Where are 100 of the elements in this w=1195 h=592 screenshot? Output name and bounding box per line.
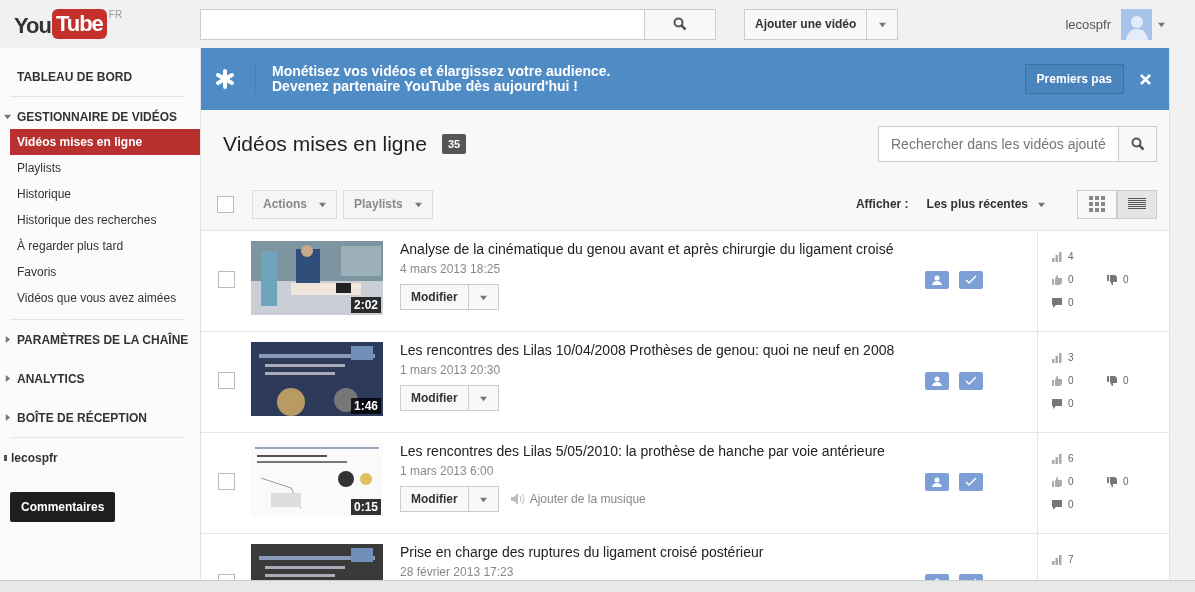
caret-icon (479, 293, 487, 301)
collapsed-arrow-icon[interactable] (4, 414, 11, 421)
sort-dropdown[interactable]: Les plus récentes (920, 196, 1051, 212)
expanded-arrow-icon[interactable] (4, 113, 11, 120)
sidebar-item[interactable]: Vidéos que vous avez aimées (10, 285, 200, 311)
view-count: 4 (1068, 251, 1074, 262)
edit-menu-button[interactable] (468, 284, 499, 310)
search-field[interactable] (200, 8, 645, 40)
like-count: 0 (1068, 375, 1074, 386)
video-checkbox[interactable] (218, 372, 235, 389)
comment-icon (1052, 297, 1062, 308)
comment-count: 0 (1068, 499, 1074, 510)
edit-button[interactable]: Modifier (400, 284, 469, 310)
check-button[interactable] (959, 473, 983, 491)
view-count: 3 (1068, 352, 1074, 363)
feedback-button[interactable]: Commentaires (10, 492, 116, 522)
check-button[interactable] (959, 372, 983, 390)
video-duration: 2:02 (350, 297, 381, 313)
sidebar-section[interactable]: BOÎTE DE RÉCEPTION (17, 410, 147, 425)
thumbs-down-icon (1107, 476, 1117, 487)
banner-text: Monétisez vos vidéos et élargissez votre audience. Devenez partenaire YouTube dès aujourd'hui ! (255, 64, 611, 94)
sidebar-item[interactable]: Favoris (10, 259, 200, 285)
video-title[interactable]: Analyse de la cinématique du genou avant et après chirurgie du ligament croisé (400, 241, 908, 257)
sidebar-item[interactable]: Historique (10, 181, 200, 207)
comment-icon (1052, 398, 1062, 409)
bar-chart-icon (1052, 453, 1062, 464)
comment-icon (1052, 499, 1062, 510)
video-title[interactable]: Les rencontres des Lilas 10/04/2008 Prothèses de genou: quoi ne neuf en 2008 (400, 342, 908, 358)
collapsed-arrow-icon[interactable] (4, 375, 11, 382)
search-icon (1130, 137, 1145, 151)
people-icon (930, 376, 944, 386)
get-started-button[interactable]: Premiers pas (1024, 64, 1124, 94)
sidebar-section[interactable]: GESTIONNAIRE DE VIDÉOS (17, 109, 178, 124)
video-title[interactable]: Prise en charge des ruptures du ligament croisé postérieur (400, 544, 908, 560)
sidebar-item[interactable]: Vidéos mises en ligne (10, 129, 200, 155)
check-button[interactable] (959, 271, 983, 289)
people-icon (930, 275, 944, 285)
avatar-icon[interactable] (1121, 8, 1152, 40)
comment-count: 0 (1068, 398, 1074, 409)
people-icon (930, 477, 944, 487)
collapsed-arrow-icon[interactable] (4, 336, 11, 343)
comment-count: 0 (1068, 297, 1074, 308)
bar-chart-icon (1052, 352, 1062, 363)
upload-menu-button[interactable] (867, 8, 899, 40)
bar-chart-icon (1052, 554, 1062, 565)
asterisk-icon (215, 69, 235, 89)
list-view-button[interactable] (1117, 189, 1157, 219)
video-duration: 0:15 (350, 499, 381, 515)
view-count: 6 (1068, 453, 1074, 464)
check-icon (965, 376, 977, 386)
sidebar-section[interactable]: PARAMÈTRES DE LA CHAÎNE (17, 332, 189, 347)
thumbs-up-icon (1052, 375, 1062, 386)
account-name: lecospfr (11, 451, 58, 465)
video-checkbox[interactable] (218, 271, 235, 288)
people-button[interactable] (925, 271, 949, 289)
caret-icon (1038, 200, 1045, 208)
people-button[interactable] (925, 473, 949, 491)
sidebar-item[interactable]: Historique des recherches (10, 207, 200, 233)
thumbs-up-icon (1052, 476, 1062, 487)
video-search-button[interactable] (1119, 126, 1157, 162)
edit-menu-button[interactable] (468, 486, 499, 512)
video-title[interactable]: Les rencontres des Lilas 5/05/2010: la prothèse de hanche par voie antérieure (400, 443, 908, 459)
sidebar-section[interactable]: TABLEAU DE BORD (17, 69, 133, 84)
sidebar-item[interactable]: À regarder plus tard (10, 233, 200, 259)
caret-icon (479, 394, 487, 402)
search-button[interactable] (645, 8, 716, 40)
dislike-count: 0 (1123, 375, 1129, 386)
caret-icon (878, 20, 886, 28)
upload-button[interactable]: Ajouter une vidéo (744, 8, 868, 40)
username[interactable]: lecospfr (1065, 16, 1111, 32)
upload-date: 4 mars 2013 18:25 (400, 262, 502, 276)
account-caret-icon (1158, 20, 1165, 28)
bar-chart-icon (1052, 251, 1062, 262)
video-count: 35 (441, 134, 467, 154)
people-button[interactable] (925, 372, 949, 390)
youtube-logo[interactable]: You Tube FR (0, 9, 200, 39)
upload-date: 28 février 2013 17:23 (400, 565, 515, 579)
thumbs-up-icon (1052, 274, 1062, 285)
upload-date: 1 mars 2013 20:30 (400, 363, 502, 377)
check-icon (965, 477, 977, 487)
show-label: Afficher : (855, 197, 909, 211)
grid-icon (1089, 196, 1105, 212)
like-count: 0 (1068, 476, 1074, 487)
add-music-link[interactable]: Ajouter de la musique (529, 492, 646, 506)
video-checkbox[interactable] (218, 473, 235, 490)
caret-icon (319, 200, 326, 208)
thumbs-down-icon (1107, 274, 1117, 285)
like-count: 0 (1068, 274, 1074, 285)
thumbs-down-icon (1107, 375, 1117, 386)
grid-view-button[interactable] (1077, 189, 1117, 219)
edit-menu-button[interactable] (468, 385, 499, 411)
video-duration: 1:46 (350, 398, 381, 414)
video-search-field[interactable]: Rechercher dans les vidéos ajouté (878, 126, 1119, 162)
select-all-checkbox[interactable] (217, 195, 234, 213)
close-icon[interactable] (1140, 73, 1151, 85)
edit-button[interactable]: Modifier (400, 385, 469, 411)
sidebar-section[interactable]: ANALYTICS (17, 371, 85, 386)
edit-button[interactable]: Modifier (400, 486, 469, 512)
sidebar-item[interactable]: Playlists (10, 155, 200, 181)
speaker-icon (510, 493, 525, 505)
